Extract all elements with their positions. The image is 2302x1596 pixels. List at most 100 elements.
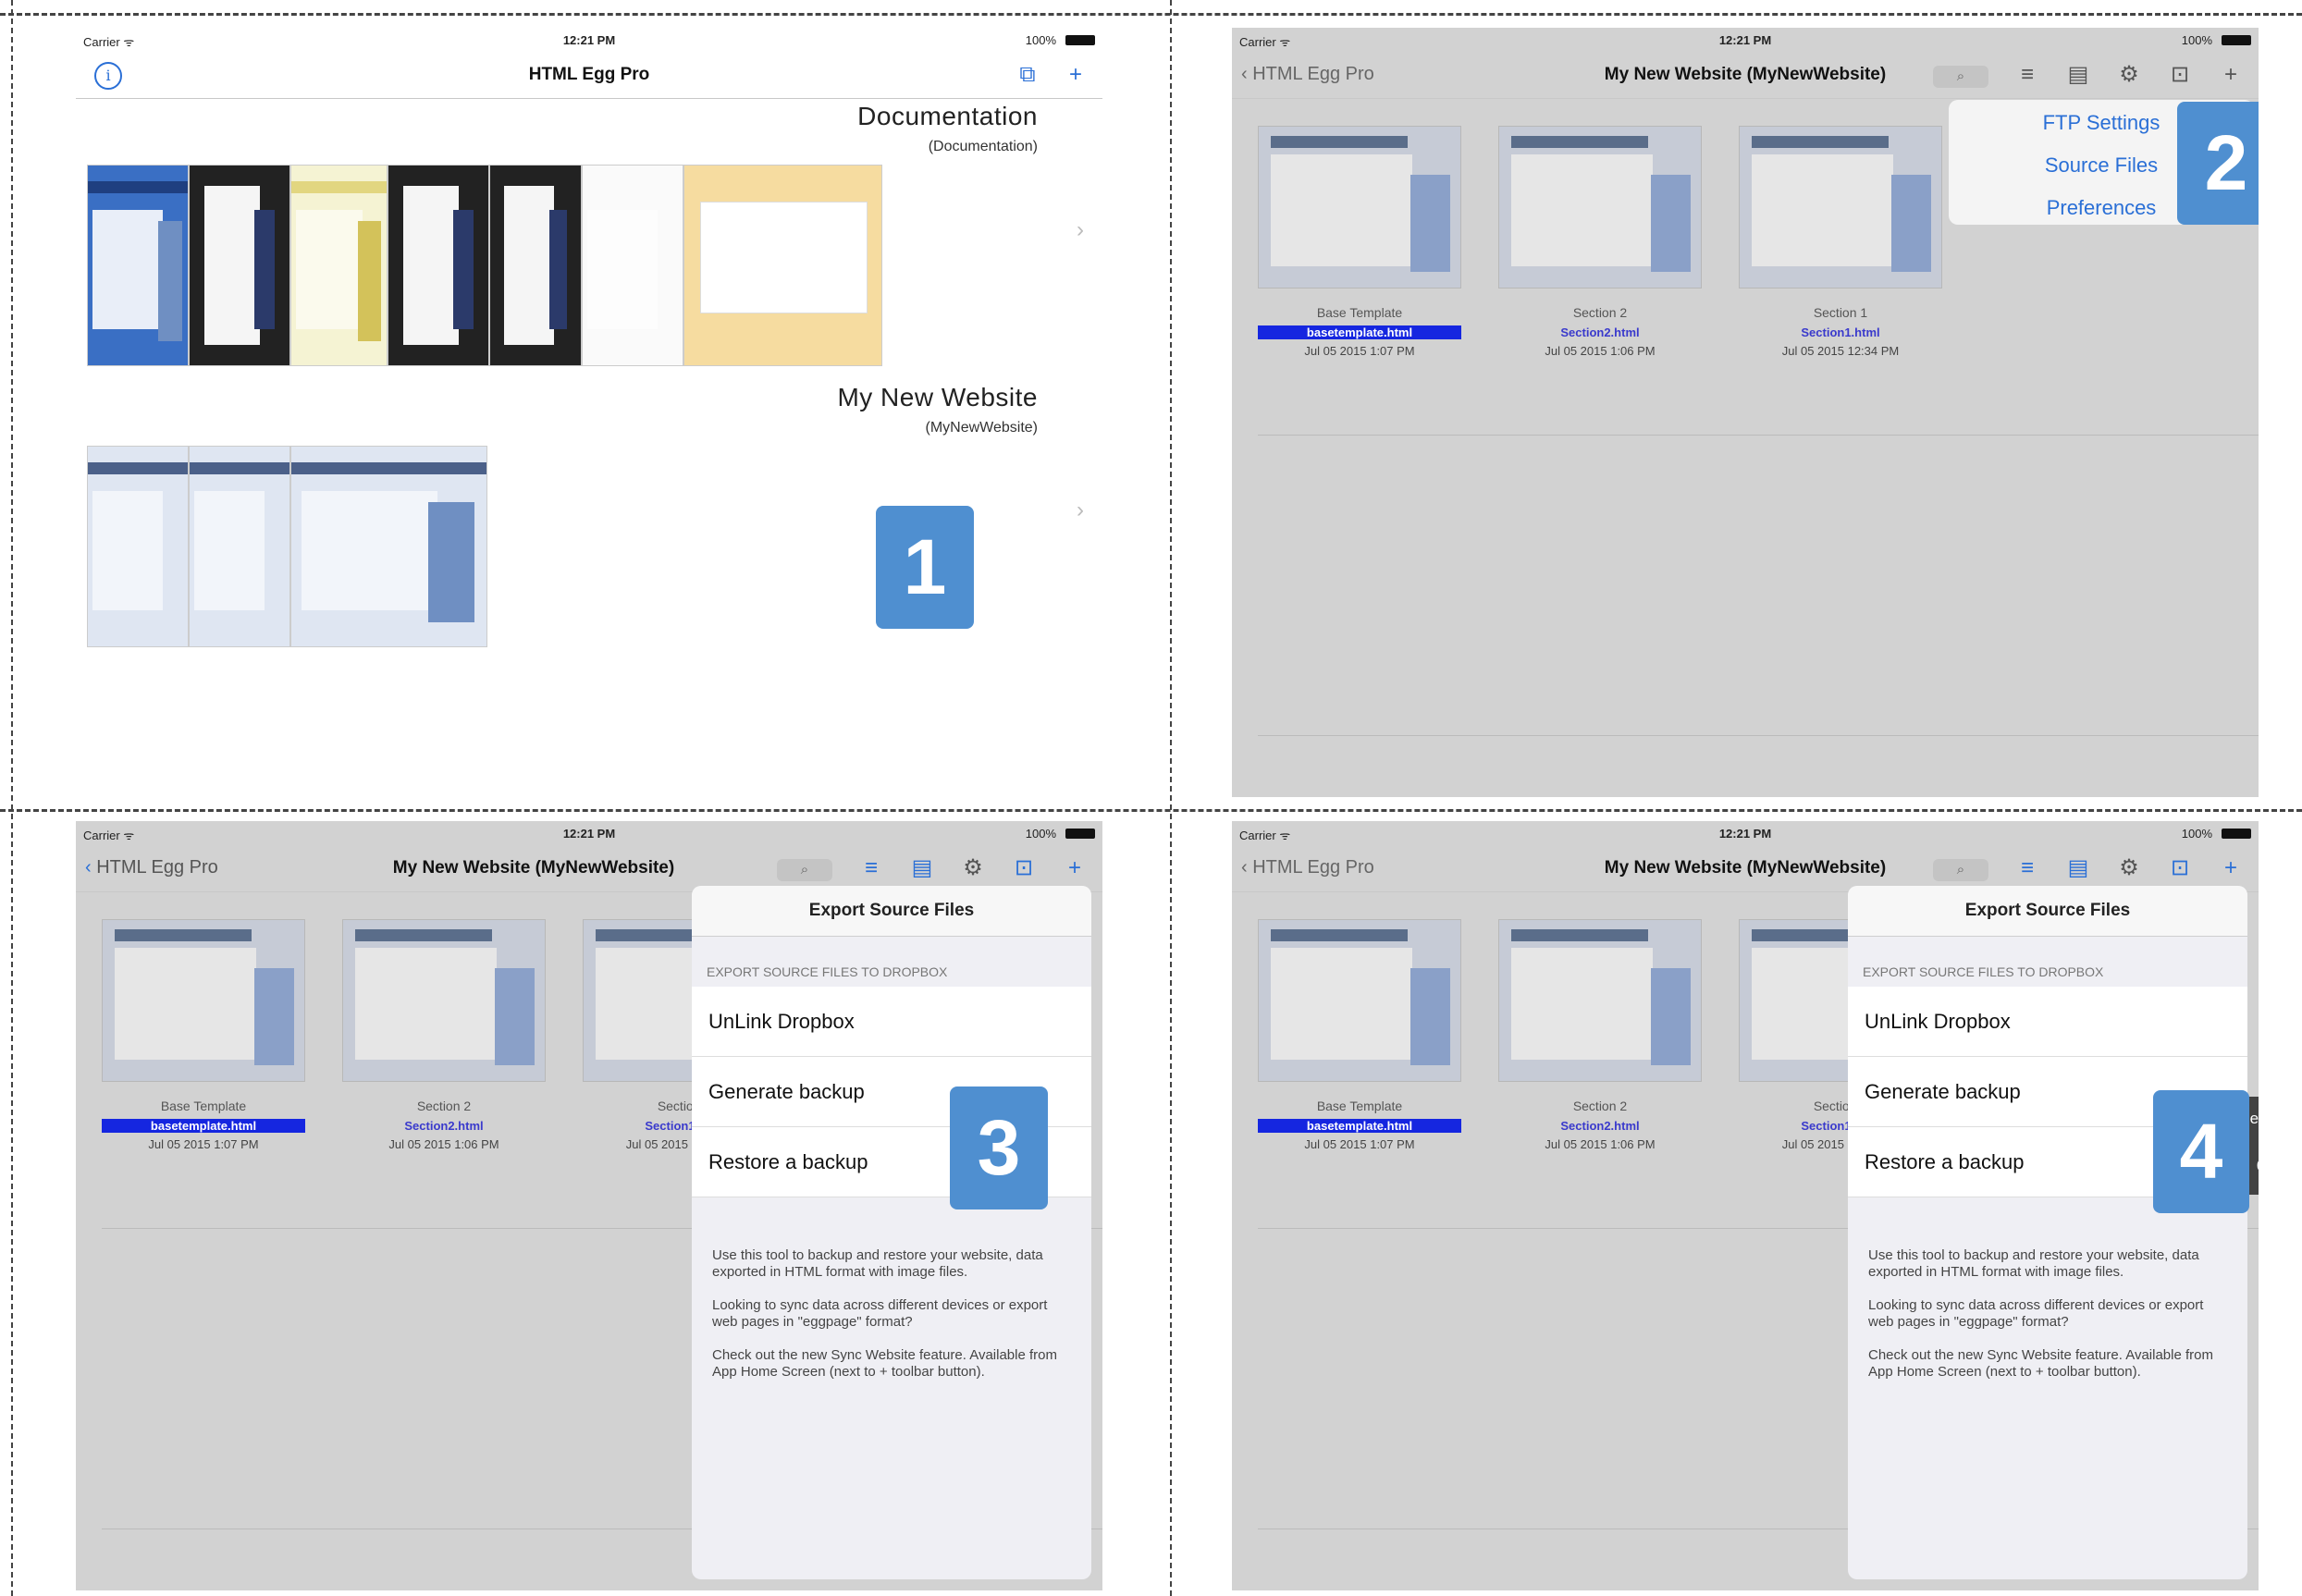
center-divider — [1170, 0, 1172, 1596]
export-popover: Export Source Files EXPORT SOURCE FILES … — [692, 886, 1091, 1579]
file-thumbnail — [1739, 126, 1942, 289]
panel-settings-menu: Carrier ᯤ 12:21 PM 100% ‹ HTML Egg Pro M… — [1232, 28, 2259, 797]
file-grid: Base Template basetemplate.html Jul 05 2… — [1258, 919, 1942, 1151]
help-paragraph: Check out the new Sync Website feature. … — [712, 1347, 1057, 1380]
page-icon[interactable]: ▤ — [908, 854, 936, 882]
file-path: Section2.html — [1560, 1119, 1640, 1133]
export-popover: Export Source Files EXPORT SOURCE FILES … — [1848, 886, 2247, 1579]
plus-icon[interactable]: + — [2217, 854, 2245, 882]
page-thumbnail — [683, 165, 882, 366]
gear-icon[interactable]: ⚙ — [959, 854, 987, 882]
export-icon[interactable]: ⊡ — [2166, 854, 2194, 882]
plus-icon[interactable]: + — [1062, 61, 1089, 89]
file-name: Section 2 — [1572, 305, 1628, 320]
battery-label: 100% — [1025, 827, 1056, 841]
help-paragraph: Use this tool to backup and restore your… — [712, 1247, 1043, 1280]
site-thumbnails-documentation[interactable] — [87, 165, 892, 366]
help-text: Use this tool to backup and restore your… — [1848, 1197, 2247, 1381]
page-icon[interactable]: ▤ — [2064, 61, 2092, 89]
site-title[interactable]: My New Website — [837, 383, 1038, 412]
library-icon[interactable]: ⧉ — [1014, 61, 1041, 89]
file-date: Jul 05 2015 1:06 PM — [388, 1137, 499, 1151]
file-date: Jul 05 2015 1:06 PM — [1545, 1137, 1656, 1151]
file-name: Section 1 — [1813, 305, 1868, 320]
file-path: Section1.html — [1801, 325, 1880, 339]
search-icon[interactable]: ⌕ — [777, 859, 832, 881]
site-thumbnails-mynewwebsite[interactable] — [87, 446, 487, 647]
file-thumbnail — [1498, 919, 1702, 1082]
unlink-dropbox-button[interactable]: UnLink Dropbox — [692, 987, 1091, 1057]
file-thumbnail — [1258, 126, 1461, 289]
page-title: HTML Egg Pro — [528, 65, 650, 84]
step-badge: 2 — [2177, 102, 2259, 225]
battery-icon — [2222, 35, 2251, 45]
page-thumbnail — [189, 165, 290, 366]
file-thumbnail — [342, 919, 546, 1082]
status-bar: Carrier ᯤ 12:21 PM 100% — [1232, 28, 2259, 52]
clock: 12:21 PM — [1718, 827, 1772, 841]
file-date: Jul 05 2015 1:07 PM — [1304, 344, 1415, 358]
site-title[interactable]: Documentation — [857, 102, 1038, 131]
file-name: Base Template — [1316, 1099, 1403, 1113]
panel-export-source-files: Carrier ᯤ 12:21 PM 100% ‹ HTML Egg Pro M… — [76, 821, 1102, 1590]
navigation-bar: i HTML Egg Pro ⧉ + — [76, 52, 1102, 99]
clock: 12:21 PM — [1718, 33, 1772, 47]
sort-icon[interactable]: ≡ — [857, 854, 885, 882]
file-card[interactable]: Section 2 Section2.html Jul 05 2015 1:06… — [1498, 919, 1702, 1151]
top-divider — [0, 13, 2302, 16]
page-thumbnail — [388, 165, 489, 366]
battery-icon — [1065, 35, 1095, 45]
list-divider — [1258, 435, 2259, 436]
export-icon[interactable]: ⊡ — [1010, 854, 1038, 882]
chevron-right-icon[interactable]: › — [1077, 217, 1084, 243]
file-date: Jul 05 2015 12:34 PM — [1781, 344, 1900, 358]
page-title: My New Website (MyNewWebsite) — [1604, 858, 1887, 878]
file-grid: Base Template basetemplate.html Jul 05 2… — [1258, 126, 1942, 358]
file-card[interactable]: Base Template basetemplate.html Jul 05 2… — [1258, 919, 1461, 1151]
export-icon[interactable]: ⊡ — [2166, 61, 2194, 89]
file-name: Section 2 — [1572, 1099, 1628, 1113]
popover-title: Export Source Files — [1848, 886, 2247, 937]
file-card[interactable]: Section 2 Section2.html Jul 05 2015 1:06… — [1498, 126, 1702, 358]
file-card[interactable]: Section 2 Section2.html Jul 05 2015 1:06… — [342, 919, 546, 1151]
page-title: My New Website (MyNewWebsite) — [1604, 65, 1887, 84]
file-card[interactable]: Section 1 Section1.html Jul 05 2015 12:3… — [1739, 126, 1942, 358]
section-header: EXPORT SOURCE FILES TO DROPBOX — [1863, 964, 2104, 979]
page-icon[interactable]: ▤ — [2064, 854, 2092, 882]
file-name: Base Template — [1316, 305, 1403, 320]
plus-icon[interactable]: + — [1061, 854, 1089, 882]
file-card[interactable]: Base Template basetemplate.html Jul 05 2… — [1258, 126, 1461, 358]
search-icon[interactable]: ⌕ — [1933, 66, 1988, 88]
search-icon[interactable]: ⌕ — [1933, 859, 1988, 881]
step-badge: 4 — [2153, 1090, 2249, 1213]
file-thumbnail — [1258, 919, 1461, 1082]
help-text: Use this tool to backup and restore your… — [692, 1197, 1091, 1381]
help-paragraph: Use this tool to backup and restore your… — [1868, 1247, 2199, 1280]
step-badge: 1 — [876, 506, 974, 629]
gear-icon[interactable]: ⚙ — [2115, 61, 2143, 89]
file-path: basetemplate.html — [102, 1119, 305, 1133]
panel-home: Carrier ᯤ 12:21 PM 100% i HTML Egg Pro ⧉… — [76, 28, 1102, 797]
unlink-dropbox-button[interactable]: UnLink Dropbox — [1848, 987, 2247, 1057]
page-thumbnail — [87, 446, 189, 647]
battery-icon — [1065, 829, 1095, 839]
status-bar: Carrier ᯤ 12:21 PM 100% — [1232, 821, 2259, 845]
sort-icon[interactable]: ≡ — [2013, 61, 2041, 89]
file-date: Jul 05 2015 1:06 PM — [1545, 344, 1656, 358]
help-paragraph: Check out the new Sync Website feature. … — [1868, 1347, 2213, 1380]
gear-icon[interactable]: ⚙ — [2115, 854, 2143, 882]
page-thumbnail — [582, 165, 683, 366]
sort-icon[interactable]: ≡ — [2013, 854, 2041, 882]
page-title: My New Website (MyNewWebsite) — [392, 858, 675, 878]
clock: 12:21 PM — [562, 33, 616, 47]
file-card[interactable]: Base Template basetemplate.html Jul 05 2… — [102, 919, 305, 1151]
middle-divider — [0, 809, 2302, 812]
plus-icon[interactable]: + — [2217, 61, 2245, 89]
status-bar: Carrier ᯤ 12:21 PM 100% — [76, 821, 1102, 845]
page-thumbnail — [290, 165, 388, 366]
chevron-right-icon[interactable]: › — [1077, 497, 1084, 523]
battery-label: 100% — [2181, 827, 2212, 841]
site-subtitle: (MyNewWebsite) — [925, 420, 1039, 436]
help-paragraph: Looking to sync data across different de… — [712, 1297, 1048, 1330]
page-thumbnail — [290, 446, 487, 647]
